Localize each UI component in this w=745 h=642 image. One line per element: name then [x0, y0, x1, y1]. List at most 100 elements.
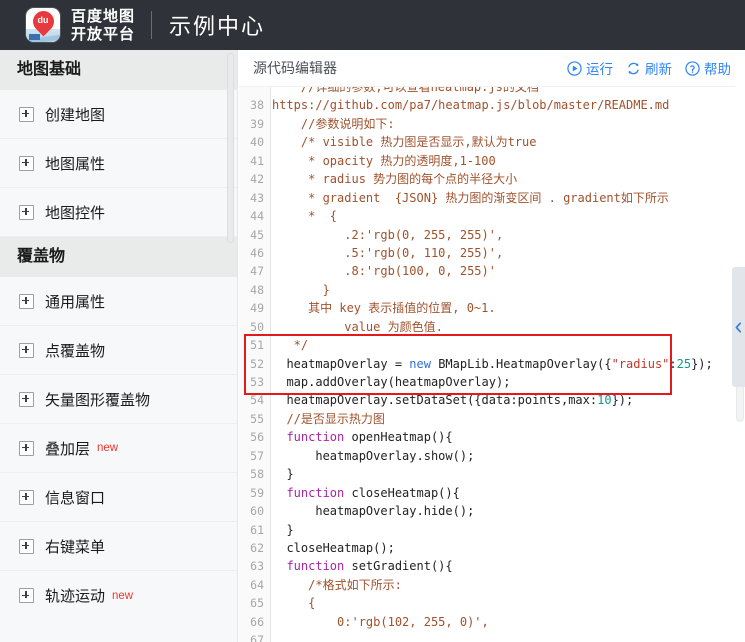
logo-road-accent — [29, 34, 40, 40]
expand-plus-icon[interactable] — [19, 204, 34, 220]
code-token: BMapLib.HeatmapOverlay({ — [430, 356, 612, 371]
chevron-left-icon — [734, 321, 743, 333]
sidebar-item-label: 创建地图 — [45, 106, 106, 124]
sidebar-item-2-4[interactable]: 叠加层 new — [0, 424, 237, 473]
logo-wordmark-line2: 开放平台 — [71, 25, 136, 43]
expand-plus-icon[interactable] — [19, 293, 34, 309]
line-number: 57 — [250, 448, 264, 463]
sidebar-item-1-1[interactable]: 创建地图 — [0, 90, 237, 139]
source-code-editor-panel: 源代码编辑器 运行 刷新 帮助 38 39 40 41 42 43 44 45 … — [239, 50, 745, 642]
expand-plus-icon[interactable] — [19, 155, 34, 171]
help-button[interactable]: 帮助 — [685, 58, 731, 78]
code-token: function — [272, 485, 345, 500]
code-token: heatmapOverlay.show(); — [272, 448, 475, 463]
code-line: value 为颜色值. — [272, 318, 745, 336]
code-line: https://github.com/pa7/heatmap.js/blob/m… — [272, 96, 745, 114]
expand-plus-icon[interactable] — [19, 106, 34, 122]
line-number: 56 — [250, 430, 264, 445]
code-line: /* visible 热力图是否显示,默认为true — [272, 133, 745, 151]
site-header: du 百度地图 开放平台 示例中心 — [0, 0, 745, 50]
code-line: } — [272, 281, 745, 299]
code-token: map.addOverlay(heatmapOverlay); — [272, 375, 511, 389]
sidebar-item-2-1[interactable]: 通用属性 — [0, 277, 237, 326]
line-number: 61 — [250, 522, 264, 537]
logo-wordmark-line1: 百度地图 — [71, 7, 136, 25]
code-token: 其中 key 表示插值的位置, 0~1. — [272, 301, 496, 316]
sidebar-item-2-3[interactable]: 矢量图形覆盖物 — [0, 375, 237, 424]
expand-plus-icon[interactable] — [19, 538, 34, 554]
code-line: map.addOverlay(heatmapOverlay); — [272, 373, 745, 391]
code-line: closeHeatmap(); — [272, 539, 745, 557]
sidebar-item-label: 通用属性 — [45, 293, 106, 311]
code-token: //参数说明如下: — [272, 116, 395, 131]
sidebar-item-2-7[interactable]: 轨迹运动 new — [0, 571, 237, 620]
sidebar-scrollbar-thumb[interactable] — [227, 53, 234, 243]
sidebar-item-1-3[interactable]: 地图控件 — [0, 188, 237, 237]
code-line: function closeHeatmap(){ — [272, 484, 745, 502]
sidebar-item-label: 点覆盖物 — [45, 342, 106, 360]
baidu-map-logo-icon[interactable]: du — [26, 8, 60, 42]
editor-actions: 运行 刷新 帮助 — [567, 58, 731, 78]
header-divider — [151, 11, 153, 39]
line-number: 49 — [250, 301, 264, 316]
line-number: 54 — [250, 393, 264, 408]
code-line: //参数说明如下: — [272, 115, 745, 133]
sidebar-item-2-6[interactable]: 右键菜单 — [0, 522, 237, 571]
code-lines[interactable]: //详细的参数,可以查看heatmap.js的文档 https://github.… — [272, 87, 745, 634]
sidebar-item-2-2[interactable]: 点覆盖物 — [0, 326, 237, 375]
line-number: 66 — [250, 614, 264, 629]
line-number: 50 — [250, 319, 264, 334]
line-number: 67 — [250, 633, 264, 642]
line-number: 40 — [250, 135, 264, 150]
code-line: heatmapOverlay.hide(); — [272, 502, 745, 520]
code-token: function — [272, 559, 345, 574]
code-token: heatmapOverlay.setDataSet({data:points,m… — [272, 393, 598, 408]
code-line: */ — [272, 336, 745, 354]
line-number: 53 — [250, 375, 264, 389]
line-number: 63 — [250, 559, 264, 574]
code-token: 0:'rgb(102, 255, 0)', — [272, 614, 489, 629]
expand-plus-icon[interactable] — [19, 440, 34, 456]
panel-collapse-handle[interactable] — [732, 267, 745, 387]
code-token: setGradient(){ — [344, 559, 453, 574]
line-number: 45 — [250, 227, 264, 242]
sidebar-section-header: 地图基础 — [0, 50, 237, 90]
code-token: openHeatmap(){ — [344, 430, 453, 445]
code-token: .5:'rgb(255, 170, 0)', — [272, 633, 496, 634]
line-number: 38 — [250, 98, 264, 113]
sidebar-sections: 地图基础 创建地图 地图属性 地图控件 覆盖物 通用属性 点覆盖物 矢量图形覆盖物 叠加层 new… — [0, 50, 237, 620]
code-line: .5:'rgb(0, 110, 255)', — [272, 244, 745, 262]
code-token: //是否显示热力图 — [272, 411, 385, 426]
code-token: /* visible 热力图是否显示,默认为true — [272, 135, 537, 150]
run-button[interactable]: 运行 — [567, 58, 613, 78]
expand-plus-icon[interactable] — [19, 391, 34, 407]
expand-plus-icon[interactable] — [19, 342, 34, 358]
logo-wordmark[interactable]: 百度地图 开放平台 — [71, 9, 135, 42]
new-badge: new — [112, 589, 134, 602]
code-token: value 为颜色值. — [272, 319, 443, 334]
sidebar-item-label: 叠加层 — [45, 440, 91, 458]
refresh-icon — [626, 61, 641, 76]
code-token: .2:'rgb(0, 255, 255)', — [272, 227, 504, 242]
code-token: * opacity 热力的透明度,1-100 — [272, 153, 496, 168]
line-number: 60 — [250, 504, 264, 519]
line-number: 52 — [250, 356, 264, 371]
expand-plus-icon[interactable] — [19, 489, 34, 505]
line-number: 46 — [250, 245, 264, 260]
expand-plus-icon[interactable] — [19, 588, 34, 603]
code-line: heatmapOverlay = new BMapLib.HeatmapOver… — [272, 355, 745, 373]
refresh-button[interactable]: 刷新 — [626, 58, 672, 78]
line-number: 47 — [250, 264, 264, 279]
code-token: new — [409, 356, 431, 371]
code-area[interactable]: 38 39 40 41 42 43 44 45 46 47 48 49 50 51 52 53 54 55 56 57… — [239, 86, 745, 642]
code-line: 其中 key 表示插值的位置, 0~1. — [272, 299, 745, 317]
sidebar-item-2-5[interactable]: 信息窗口 — [0, 473, 237, 522]
code-token: closeHeatmap(); — [272, 540, 395, 555]
line-number: 51 — [250, 338, 264, 353]
code-line: /*格式如下所示: — [272, 576, 745, 594]
sidebar-item-1-2[interactable]: 地图属性 — [0, 139, 237, 188]
code-line: } — [272, 465, 745, 483]
code-line: .2:'rgb(0, 255, 255)', — [272, 226, 745, 244]
sidebar-item-label: 右键菜单 — [45, 538, 106, 556]
code-line: function setGradient(){ — [272, 557, 745, 575]
